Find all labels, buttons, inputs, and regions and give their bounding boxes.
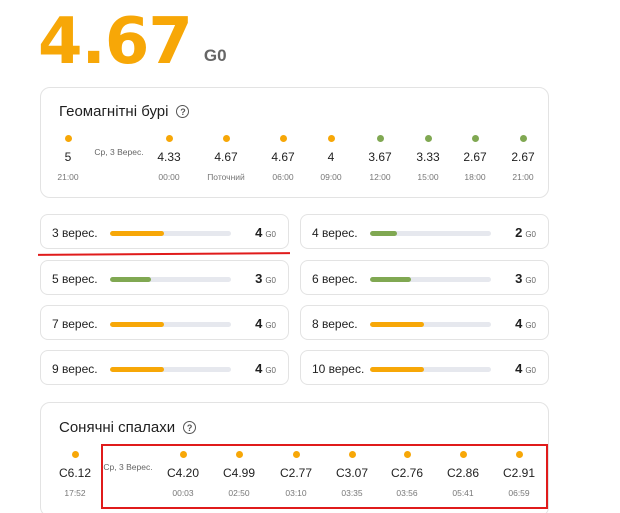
day-value: 4 G0 (515, 316, 536, 331)
geo-date-label: Ср, 3 Верес. (94, 147, 144, 157)
day-level-fill (370, 322, 425, 327)
day-value: 4 G0 (255, 361, 276, 376)
geo-slot-value: 2.67 (511, 150, 535, 164)
status-dot (64, 135, 72, 142)
day-value-unit: G0 (265, 230, 276, 239)
day-card-9[interactable]: 9 верес. 4 G0 (40, 350, 289, 385)
geo-slot-value: 4.67 (214, 150, 238, 164)
day-card-10[interactable]: 10 верес. 4 G0 (300, 350, 549, 385)
day-level-bar (110, 367, 231, 372)
geo-slot-time: Поточний (207, 172, 245, 182)
geomagnetic-storms-title: Геомагнітні бурі ? (59, 103, 190, 120)
flare-slot-value: C6.12 (58, 466, 92, 480)
status-dot (519, 135, 527, 142)
help-circle-icon[interactable]: ? (176, 105, 190, 118)
status-dot (71, 451, 79, 458)
geo-slot-8: 2.67 21:00 (493, 135, 553, 182)
day-card-3[interactable]: 3 верес. 4 G0 (40, 214, 289, 249)
day-label: 4 верес. (312, 226, 358, 240)
day-value-number: 3 (255, 271, 263, 286)
day-label: 7 верес. (52, 317, 98, 331)
annotation-underline (37, 252, 291, 256)
day-value: 4 G0 (515, 361, 536, 376)
day-level-fill (110, 322, 165, 327)
solar-flares-title: Сонячні спалахи ? (59, 419, 197, 436)
day-level-bar (370, 367, 491, 372)
day-label: 8 верес. (312, 317, 358, 331)
geomagnetic-storms-title-text: Геомагнітні бурі (59, 103, 169, 120)
status-dot (222, 135, 230, 142)
day-value-unit: G0 (525, 321, 536, 330)
day-card-8[interactable]: 8 верес. 4 G0 (300, 305, 549, 340)
day-value-number: 4 (515, 316, 523, 331)
geo-slot-1: 4.33 00:00 (139, 135, 199, 182)
day-value-number: 4 (255, 316, 263, 331)
annotation-highlight-box (101, 444, 548, 509)
geo-slot-time: 00:00 (158, 172, 180, 182)
geo-slot-0: 5 21:00 (38, 135, 98, 182)
day-value: 3 G0 (255, 271, 276, 286)
day-level-fill (110, 367, 165, 372)
day-value-unit: G0 (265, 321, 276, 330)
day-value-number: 4 (255, 225, 263, 240)
day-level-bar (370, 322, 491, 327)
day-label: 5 верес. (52, 272, 98, 286)
status-dot (279, 135, 287, 142)
day-level-fill (370, 367, 425, 372)
day-value: 4 G0 (255, 225, 276, 240)
day-level-bar (110, 277, 231, 282)
kp-index-display: 4.67 G0 (38, 4, 227, 74)
day-value-unit: G0 (265, 366, 276, 375)
status-dot (327, 135, 335, 142)
day-label: 3 верес. (52, 226, 98, 240)
day-value-number: 3 (515, 271, 523, 286)
flare-slot-0: C6.12 17:52 (45, 451, 105, 498)
day-level-fill (110, 231, 165, 236)
day-level-bar (110, 231, 231, 236)
day-value: 2 G0 (515, 225, 536, 240)
day-value-number: 4 (515, 361, 523, 376)
day-value-unit: G0 (525, 230, 536, 239)
day-value-unit: G0 (525, 276, 536, 285)
kp-index-value: 4.67 (38, 5, 193, 79)
day-card-6[interactable]: 6 верес. 3 G0 (300, 260, 549, 295)
geo-slot-time: 21:00 (512, 172, 534, 182)
day-value-number: 4 (255, 361, 263, 376)
geo-slot-2: 4.67 Поточний (196, 135, 256, 182)
day-level-fill (110, 277, 152, 282)
status-dot (376, 135, 384, 142)
day-level-bar (370, 231, 491, 236)
day-label: 6 верес. (312, 272, 358, 286)
day-label: 9 верес. (52, 362, 98, 376)
day-level-fill (370, 277, 412, 282)
day-level-bar (370, 277, 491, 282)
solar-flares-title-text: Сонячні спалахи (59, 419, 176, 436)
geomagnetic-storms-card: Геомагнітні бурі ? 5 21:00 Ср, 3 Верес. … (40, 87, 549, 198)
geo-slot-value: 5 (64, 150, 72, 164)
day-value: 3 G0 (515, 271, 536, 286)
geo-slot-time: 21:00 (57, 172, 79, 182)
status-dot (165, 135, 173, 142)
day-value-number: 2 (515, 225, 523, 240)
day-value-unit: G0 (525, 366, 536, 375)
day-card-4[interactable]: 4 верес. 2 G0 (300, 214, 549, 249)
kp-index-unit: G0 (203, 46, 227, 65)
day-card-7[interactable]: 7 верес. 4 G0 (40, 305, 289, 340)
geo-slot-value: 4.33 (157, 150, 181, 164)
flare-slot-time: 17:52 (64, 488, 86, 498)
day-level-fill (370, 231, 397, 236)
day-value-unit: G0 (265, 276, 276, 285)
day-level-bar (110, 322, 231, 327)
status-dot (424, 135, 432, 142)
day-card-5[interactable]: 5 верес. 3 G0 (40, 260, 289, 295)
status-dot (471, 135, 479, 142)
day-value: 4 G0 (255, 316, 276, 331)
help-circle-icon[interactable]: ? (183, 421, 197, 434)
day-label: 10 верес. (312, 362, 365, 376)
